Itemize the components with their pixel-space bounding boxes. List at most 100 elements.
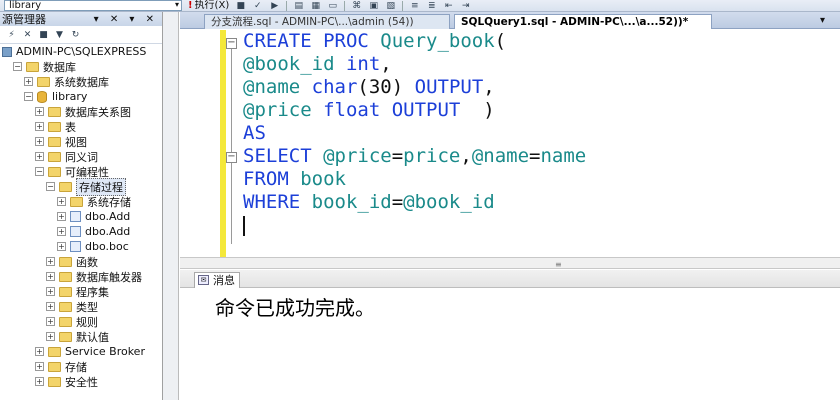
collapse-icon[interactable]: − (46, 182, 55, 191)
toolbar-separator (286, 0, 288, 11)
tree-item[interactable]: + 安全性 (35, 374, 98, 389)
toolbar-separator (402, 0, 404, 11)
object-explorer: 源管理器 ▾ ✕ ▾ ✕ ⚡ ✕ ■ ▼ ↻ ADMIN-PC\SQLEXPRE… (0, 12, 163, 400)
database-select[interactable]: library ▾ (4, 0, 182, 11)
filter-icon[interactable]: ▼ (54, 30, 65, 40)
expand-icon[interactable]: + (35, 362, 44, 371)
code-token: , (460, 145, 472, 167)
code-line: WHERE book_id=@book_id (243, 191, 586, 214)
tree-item[interactable]: + Service Broker (35, 344, 145, 359)
tab-messages[interactable]: ✉ 消息 (194, 272, 240, 288)
tree-item[interactable]: + 视图 (35, 134, 87, 149)
expand-icon[interactable]: + (35, 122, 44, 131)
tree-item[interactable]: + 同义词 (35, 149, 98, 164)
code-token: ) (483, 99, 495, 121)
chevron-down-icon[interactable]: ▾ (175, 0, 179, 9)
code-token: AS (243, 122, 266, 144)
folder-icon (37, 76, 50, 87)
code-token: CREATE PROC (243, 30, 381, 52)
tree-item[interactable]: + 数据库关系图 (35, 104, 131, 119)
tree-item[interactable]: + dbo.Add (57, 224, 130, 239)
indent-icon[interactable]: ⇥ (460, 1, 471, 11)
tree-item[interactable]: + 函数 (46, 254, 98, 269)
expand-icon[interactable]: + (57, 212, 66, 221)
expand-icon[interactable]: + (35, 107, 44, 116)
ssms-window: library ▾ ! 执行(X) ■ ✓ ▶ ▤ ▦ ▭ ⌘ ▣ ▧ ≡ ≣ … (0, 0, 840, 400)
code-token: book_id (311, 191, 392, 213)
expand-icon[interactable]: + (46, 287, 55, 296)
folder-icon (59, 256, 72, 267)
disconnect-icon[interactable]: ✕ (22, 30, 33, 40)
expand-icon[interactable]: + (57, 197, 66, 206)
uncomment-icon[interactable]: ≣ (426, 1, 437, 11)
query-editor[interactable]: − − CREATE PROC Query_book(@book_id int,… (180, 30, 840, 257)
debug-icon[interactable]: ▶ (269, 1, 280, 11)
code-token: ) (391, 76, 415, 98)
stop-icon[interactable]: ■ (235, 1, 246, 11)
comment-icon[interactable]: ≡ (409, 1, 420, 11)
tree-item[interactable]: + 程序集 (46, 284, 109, 299)
tree-item-label: 默认值 (76, 330, 109, 344)
expand-icon[interactable]: + (46, 302, 55, 311)
collapse-icon[interactable]: − (35, 167, 44, 176)
grid-icon[interactable]: ▦ (310, 1, 321, 11)
tree-item[interactable]: + 默认值 (46, 329, 109, 344)
explorer-splitter[interactable] (163, 12, 179, 400)
stop-icon[interactable]: ■ (38, 30, 49, 40)
file-icon[interactable]: ▭ (327, 1, 338, 11)
client-icon[interactable]: ▧ (385, 1, 396, 11)
expand-icon[interactable]: + (24, 77, 33, 86)
tree-item[interactable]: + dbo.Add (57, 209, 130, 224)
tree-item[interactable]: ADMIN-PC\SQLEXPRESS (2, 44, 146, 59)
tree-item[interactable]: + 存储 (35, 359, 87, 374)
tree-item[interactable]: − 数据库 (13, 59, 76, 74)
tab-list-icon[interactable]: ▾ (820, 15, 825, 26)
execute-icon: ! (188, 0, 193, 11)
code-token: ( (494, 30, 507, 52)
results-icon[interactable]: ▤ (293, 1, 304, 11)
tree-item[interactable]: + dbo.boc (57, 239, 129, 254)
collapse-icon[interactable]: − (226, 152, 237, 163)
tree-item[interactable]: + 表 (35, 119, 76, 134)
tree-item[interactable]: − 存储过程 (46, 177, 126, 196)
collapse-icon[interactable]: − (24, 92, 33, 101)
execute-button[interactable]: ! 执行(X) (188, 0, 229, 11)
expand-icon[interactable]: + (46, 272, 55, 281)
tree-item[interactable]: + 系统存储 (57, 194, 131, 209)
tree-item[interactable]: + 数据库触发器 (46, 269, 142, 284)
plan-icon[interactable]: ⌘ (351, 1, 362, 11)
expand-icon[interactable]: + (35, 137, 44, 146)
expand-icon[interactable]: + (46, 317, 55, 326)
tree-item[interactable]: + 系统数据库 (24, 74, 109, 89)
stats-icon[interactable]: ▣ (368, 1, 379, 11)
expand-icon[interactable]: + (35, 152, 44, 161)
expand-icon[interactable]: + (57, 242, 66, 251)
tree-item[interactable]: + 类型 (46, 299, 98, 314)
outdent-icon[interactable]: ⇤ (443, 1, 454, 11)
pin-close-icons[interactable]: ▾ ✕ ▾ ✕ (94, 14, 158, 25)
expand-icon[interactable]: + (46, 332, 55, 341)
editor-results-splitter[interactable]: ≡ (180, 257, 840, 269)
collapse-icon[interactable]: − (13, 62, 22, 71)
expand-icon[interactable]: + (57, 227, 66, 236)
code-token: @name (471, 145, 530, 167)
code-area[interactable]: CREATE PROC Query_book(@book_id int, @nam… (243, 30, 586, 214)
refresh-icon[interactable]: ↻ (70, 30, 81, 40)
folder-icon (48, 361, 61, 372)
tree-item-label: 同义词 (65, 150, 98, 164)
tab-branch-flow-sql[interactable]: 分支流程.sql - ADMIN-PC\...\admin (54)) (204, 14, 450, 29)
expand-icon[interactable]: + (46, 257, 55, 266)
folder-icon (59, 331, 72, 342)
code-token: WHERE (243, 191, 312, 213)
connect-icon[interactable]: ⚡ (6, 30, 17, 40)
expand-icon[interactable]: + (35, 377, 44, 386)
folder-icon (59, 286, 72, 297)
tab-sqlquery1[interactable]: SQLQuery1.sql - ADMIN-PC\...\a...52))* (454, 14, 712, 29)
parse-icon[interactable]: ✓ (252, 1, 263, 11)
tree-item[interactable]: − library (24, 89, 87, 104)
tree-item[interactable]: + 规则 (46, 314, 98, 329)
expand-icon[interactable]: + (35, 347, 44, 356)
code-token: price (403, 145, 461, 167)
folder-icon (48, 151, 61, 162)
collapse-icon[interactable]: − (226, 38, 237, 49)
